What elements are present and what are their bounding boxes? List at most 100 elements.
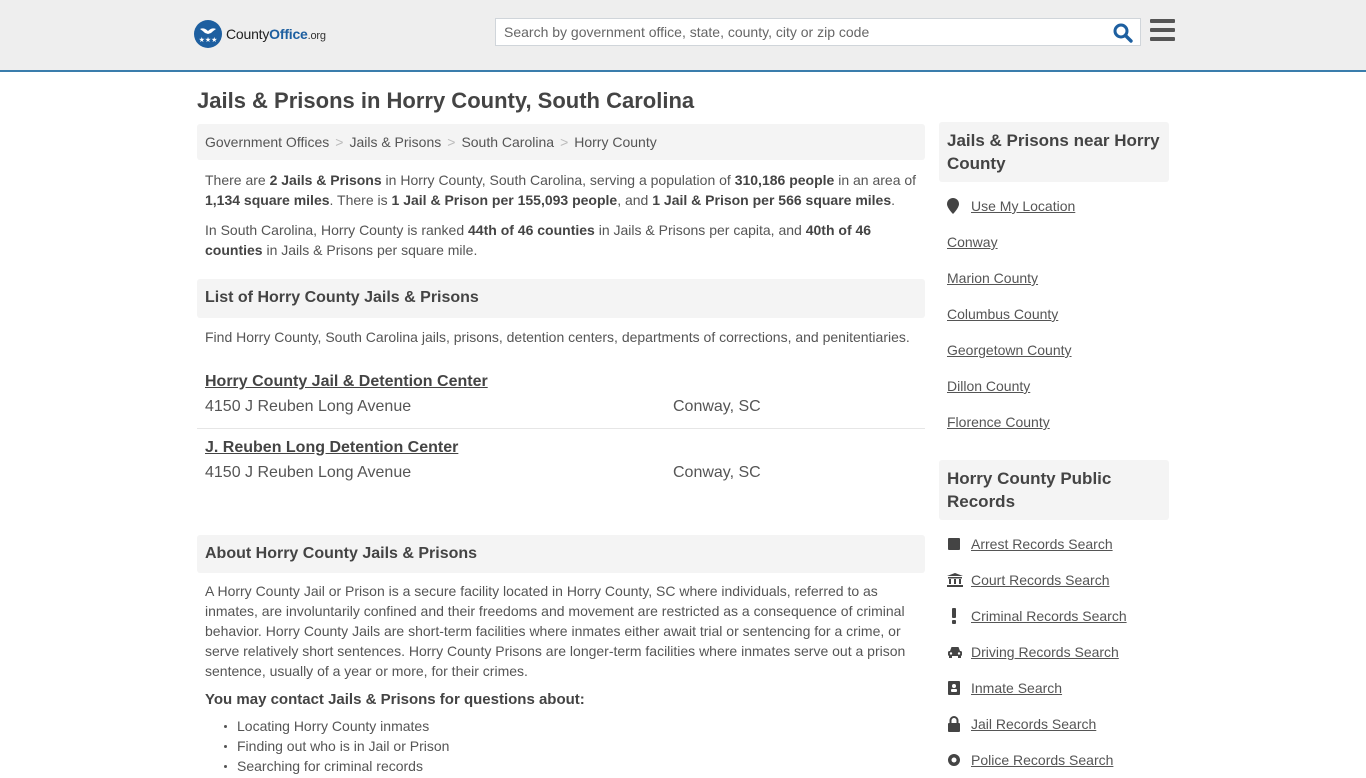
- text: in Horry County, South Carolina, serving…: [381, 172, 735, 188]
- nearby-item: Georgetown County: [939, 332, 1169, 368]
- facility-name-link[interactable]: J. Reuben Long Detention Center: [205, 439, 458, 457]
- contact-topics-list: Locating Horry County inmates Finding ou…: [197, 708, 925, 776]
- records-item: Arrest Records Search: [939, 526, 1169, 562]
- facility-list: Horry County Jail & Detention Center 415…: [197, 363, 925, 493]
- facility-address: 4150 J Reuben Long Avenue: [205, 398, 412, 415]
- text: . There is: [329, 192, 392, 208]
- police-records-link[interactable]: Police Records Search: [971, 752, 1113, 768]
- facility-item: Horry County Jail & Detention Center 415…: [197, 363, 925, 428]
- id-badge-icon: [947, 680, 965, 696]
- menu-bar: [1150, 37, 1175, 41]
- list-heading: List of Horry County Jails & Prisons: [197, 279, 925, 318]
- search-bar: [495, 18, 1141, 46]
- nearby-link-columbus-county[interactable]: Columbus County: [947, 306, 1058, 322]
- jail-records-link[interactable]: Jail Records Search: [971, 716, 1096, 732]
- site-logo[interactable]: ★★★ CountyOffice.org: [194, 20, 326, 48]
- public-records-heading: Horry County Public Records: [939, 460, 1169, 520]
- population: 310,186 people: [734, 172, 835, 188]
- facility-city: Conway, SC: [673, 398, 761, 415]
- nearby-item: Florence County: [939, 404, 1169, 440]
- per-capita-stat: 1 Jail & Prison per 155,093 people: [391, 192, 618, 208]
- breadcrumb-separator: >: [447, 134, 456, 150]
- car-icon: [947, 644, 965, 660]
- nearby-link-georgetown-county[interactable]: Georgetown County: [947, 342, 1072, 358]
- map-marker-icon: [947, 198, 965, 214]
- area: 1,134 square miles: [205, 192, 330, 208]
- records-item: Court Records Search: [939, 562, 1169, 598]
- nearby-link-marion-county[interactable]: Marion County: [947, 270, 1038, 286]
- breadcrumb-jails-prisons[interactable]: Jails & Prisons: [349, 134, 441, 150]
- page-title: Jails & Prisons in Horry County, South C…: [197, 88, 695, 113]
- breadcrumb-separator: >: [560, 134, 569, 150]
- menu-bar: [1150, 19, 1175, 23]
- text: .: [891, 192, 896, 208]
- per-capita-rank: 44th of 46 counties: [468, 222, 595, 238]
- use-location-item: Use My Location: [939, 188, 1169, 224]
- contact-topic: Searching for criminal records: [224, 756, 925, 776]
- nearby-item: Dillon County: [939, 368, 1169, 404]
- exclamation-icon: [947, 608, 965, 624]
- arrest-records-link[interactable]: Arrest Records Search: [971, 536, 1113, 552]
- public-records-list: Arrest Records Search Court Records Sear…: [939, 520, 1169, 778]
- nearby-link-florence-county[interactable]: Florence County: [947, 414, 1050, 430]
- text: in an area of: [834, 172, 917, 188]
- text: In South Carolina, Horry County is ranke…: [205, 222, 469, 238]
- search-icon: [1113, 23, 1133, 43]
- lock-icon: [947, 716, 965, 732]
- nearby-link-conway[interactable]: Conway: [947, 234, 998, 250]
- use-my-location-link[interactable]: Use My Location: [971, 198, 1075, 214]
- logo-text-county: County: [226, 26, 270, 42]
- breadcrumb: Government Offices > Jails & Prisons > South…: [197, 124, 925, 160]
- text: in Jails & Prisons per square mile.: [262, 242, 478, 258]
- courthouse-icon: [947, 572, 965, 588]
- records-item: Police Records Search: [939, 742, 1169, 778]
- about-text: A Horry County Jail or Prison is a secur…: [205, 583, 906, 679]
- nearby-link-dillon-county[interactable]: Dillon County: [947, 378, 1030, 394]
- police-badge-icon: [947, 752, 965, 768]
- records-item: Jail Records Search: [939, 706, 1169, 742]
- breadcrumb-government-offices[interactable]: Government Offices: [205, 134, 329, 150]
- criminal-records-link[interactable]: Criminal Records Search: [971, 608, 1127, 624]
- facility-address: 4150 J Reuben Long Avenue: [205, 464, 412, 481]
- text: There are: [205, 172, 270, 188]
- facility-city: Conway, SC: [673, 464, 761, 481]
- site-header: ★★★ CountyOffice.org: [0, 0, 1366, 72]
- facility-item: J. Reuben Long Detention Center 4150 J R…: [197, 428, 925, 493]
- nearby-item: Conway: [939, 224, 1169, 260]
- text: in Jails & Prisons per capita, and: [594, 222, 806, 238]
- breadcrumb-separator: >: [335, 134, 344, 150]
- records-item: Inmate Search: [939, 670, 1169, 706]
- facility-count: 2 Jails & Prisons: [269, 172, 382, 188]
- sidebar: Jails & Prisons near Horry County Use My…: [939, 122, 1169, 778]
- contact-topic: Finding out who is in Jail or Prison: [224, 736, 925, 756]
- contact-topic: Locating Horry County inmates: [224, 716, 925, 736]
- per-area-stat: 1 Jail & Prison per 566 square miles: [652, 192, 892, 208]
- svg-text:★★★: ★★★: [199, 36, 218, 44]
- logo-text-office: Office: [269, 26, 308, 42]
- text: , and: [617, 192, 653, 208]
- nearby-list: Use My Location Conway Marion County Col…: [939, 182, 1169, 440]
- records-item: Criminal Records Search: [939, 598, 1169, 634]
- intro-ranking: In South Carolina, Horry County is ranke…: [197, 220, 925, 260]
- nearby-heading: Jails & Prisons near Horry County: [939, 122, 1169, 182]
- logo-text-tld: .org: [307, 30, 326, 42]
- arrest-square-icon: [947, 536, 965, 552]
- records-item: Driving Records Search: [939, 634, 1169, 670]
- search-button[interactable]: [1112, 22, 1134, 44]
- about-heading: About Horry County Jails & Prisons: [197, 535, 925, 573]
- nearby-item: Columbus County: [939, 296, 1169, 332]
- menu-bar: [1150, 28, 1175, 32]
- breadcrumb-horry-county[interactable]: Horry County: [574, 134, 656, 150]
- list-description: Find Horry County, South Carolina jails,…: [205, 329, 910, 345]
- breadcrumb-south-carolina[interactable]: South Carolina: [461, 134, 554, 150]
- hamburger-menu-icon[interactable]: [1150, 19, 1175, 42]
- court-records-link[interactable]: Court Records Search: [971, 572, 1110, 588]
- intro-summary: There are 2 Jails & Prisons in Horry Cou…: [197, 170, 925, 210]
- search-input[interactable]: [496, 19, 1096, 45]
- contact-heading: You may contact Jails & Prisons for ques…: [205, 691, 585, 708]
- driving-records-link[interactable]: Driving Records Search: [971, 644, 1119, 660]
- eagle-stars-logo-icon: ★★★: [194, 20, 222, 48]
- inmate-search-link[interactable]: Inmate Search: [971, 680, 1062, 696]
- facility-name-link[interactable]: Horry County Jail & Detention Center: [205, 373, 488, 391]
- nearby-item: Marion County: [939, 260, 1169, 296]
